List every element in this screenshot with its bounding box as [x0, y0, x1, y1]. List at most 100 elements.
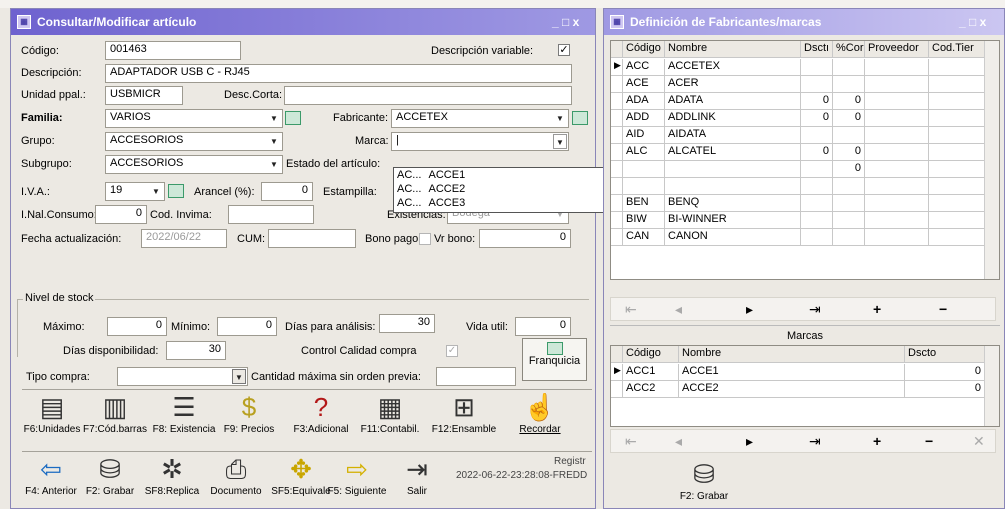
- fabricante-cor[interactable]: 0: [833, 161, 865, 178]
- vr-bono-checkbox[interactable]: [419, 233, 431, 245]
- chevron-down-icon[interactable]: ▼: [553, 111, 567, 126]
- row-indicator[interactable]: [611, 93, 623, 110]
- marca-dscto[interactable]: 0: [905, 381, 985, 398]
- contabil-button[interactable]: ▦ F11:Contabil.: [354, 390, 426, 435]
- insert-record-icon[interactable]: +: [873, 301, 881, 317]
- fabricante-row[interactable]: AID AIDATA: [611, 127, 999, 144]
- minimo-field[interactable]: 0: [217, 317, 277, 336]
- row-indicator[interactable]: ▶: [611, 59, 623, 76]
- fabricante-nombre[interactable]: AIDATA: [665, 127, 801, 144]
- dropdown-item[interactable]: AC... ACCE2: [397, 183, 465, 195]
- fabricante-codigo[interactable]: ACC: [623, 59, 665, 76]
- fabricante-proveedor[interactable]: [865, 59, 929, 76]
- fabricante-codtier[interactable]: [929, 127, 987, 144]
- fabricante-cor[interactable]: [833, 178, 865, 195]
- anterior-button[interactable]: ⇦ F4: Anterior: [22, 452, 80, 497]
- fabricante-codtier[interactable]: [929, 212, 987, 229]
- row-indicator[interactable]: [611, 144, 623, 161]
- fabricante-row[interactable]: ALC ALCATEL 0 0: [611, 144, 999, 161]
- fabricante-codigo[interactable]: BIW: [623, 212, 665, 229]
- fabricante-nombre[interactable]: ACER: [665, 76, 801, 93]
- fabricante-proveedor[interactable]: [865, 110, 929, 127]
- maximo-field[interactable]: 0: [107, 317, 167, 336]
- header-cor[interactable]: %Cor: [833, 41, 865, 58]
- cantidad-maxima-field[interactable]: [436, 367, 516, 386]
- marca-row[interactable]: ▶ ACC1 ACCE1 0: [611, 364, 999, 381]
- fabricante-nombre[interactable]: ADDLINK: [665, 110, 801, 127]
- chevron-down-icon[interactable]: ▼: [232, 369, 246, 384]
- fabricante-row[interactable]: BIW BI-WINNER: [611, 212, 999, 229]
- documento-button[interactable]: ⎙ Documento: [206, 452, 266, 497]
- fabricante-cor[interactable]: [833, 59, 865, 76]
- cum-field[interactable]: [268, 229, 356, 248]
- fabricante-codtier[interactable]: [929, 161, 987, 178]
- calculator-icon[interactable]: [572, 111, 588, 125]
- prior-record-icon[interactable]: ◂: [675, 433, 682, 450]
- fabricante-proveedor[interactable]: [865, 144, 929, 161]
- dias-analisis-field[interactable]: 30: [379, 314, 435, 333]
- grupo-select[interactable]: ACCESORIOS ▼: [105, 132, 283, 151]
- unidad-field[interactable]: USBMICR: [105, 86, 183, 105]
- window-controls[interactable]: _ □ x: [552, 15, 579, 29]
- delete-record-icon[interactable]: −: [925, 433, 933, 449]
- control-calidad-checkbox[interactable]: ✓: [446, 345, 458, 357]
- fabricante-codigo[interactable]: CAN: [623, 229, 665, 246]
- row-indicator[interactable]: [611, 178, 623, 195]
- vr-bono-field[interactable]: 0: [479, 229, 571, 248]
- fabricante-codtier[interactable]: [929, 178, 987, 195]
- header-codigo[interactable]: Código: [623, 41, 665, 58]
- fabricante-dscto[interactable]: [801, 195, 833, 212]
- marca-select[interactable]: | ▼: [391, 132, 569, 151]
- row-indicator[interactable]: [611, 195, 623, 212]
- cancel-icon[interactable]: ✕: [973, 433, 985, 450]
- row-indicator[interactable]: [611, 212, 623, 229]
- fabricante-row[interactable]: [611, 178, 999, 195]
- marcas-scrollbar[interactable]: [984, 346, 999, 426]
- salir-button[interactable]: ⇥ Salir: [392, 452, 442, 497]
- fabricante-cor[interactable]: [833, 212, 865, 229]
- fabricante-nombre[interactable]: ADATA: [665, 93, 801, 110]
- fabricante-dscto[interactable]: 0: [801, 93, 833, 110]
- fabricante-nombre[interactable]: [665, 178, 801, 195]
- fabricante-nombre[interactable]: ACCETEX: [665, 59, 801, 76]
- header-nombre[interactable]: Nombre: [665, 41, 801, 58]
- fabricante-proveedor[interactable]: [865, 127, 929, 144]
- codigo-field[interactable]: 001463: [105, 41, 241, 60]
- row-indicator[interactable]: [611, 229, 623, 246]
- fabricante-row[interactable]: BEN BENQ: [611, 195, 999, 212]
- fabricante-codigo[interactable]: [623, 161, 665, 178]
- fabricante-proveedor[interactable]: [865, 212, 929, 229]
- grabar-button[interactable]: ⛁ F2: Grabar: [82, 452, 138, 497]
- fabricante-row[interactable]: ADD ADDLINK 0 0: [611, 110, 999, 127]
- calculator-icon[interactable]: [285, 111, 301, 125]
- marcas-header-nombre[interactable]: Nombre: [679, 346, 905, 363]
- marcas-header-codigo[interactable]: Código: [623, 346, 679, 363]
- fabricante-select[interactable]: ACCETEX ▼: [391, 109, 569, 128]
- franquicia-button[interactable]: Franquicia: [522, 338, 587, 381]
- fabricante-row[interactable]: ADA ADATA 0 0: [611, 93, 999, 110]
- fabricante-codtier[interactable]: [929, 110, 987, 127]
- chevron-down-icon[interactable]: ▼: [149, 184, 163, 199]
- equivale-button[interactable]: ✥ SF5:Equivale: [268, 452, 334, 497]
- row-indicator[interactable]: [611, 161, 623, 178]
- fabricante-cor[interactable]: [833, 195, 865, 212]
- header-proveedor[interactable]: Proveedor: [865, 41, 929, 58]
- marca-dscto[interactable]: 0: [905, 364, 985, 381]
- fabricante-codigo[interactable]: ACE: [623, 76, 665, 93]
- fabricante-codigo[interactable]: BEN: [623, 195, 665, 212]
- dias-disponibilidad-field[interactable]: 30: [166, 341, 226, 360]
- first-record-icon[interactable]: ⇤: [625, 301, 637, 318]
- fabricante-proveedor[interactable]: [865, 229, 929, 246]
- row-indicator[interactable]: [611, 76, 623, 93]
- fabricante-proveedor[interactable]: [865, 76, 929, 93]
- fabricante-codigo[interactable]: ADD: [623, 110, 665, 127]
- fabricante-codigo[interactable]: ALC: [623, 144, 665, 161]
- marca-nombre[interactable]: ACCE1: [679, 364, 905, 381]
- descripcion-field[interactable]: ADAPTADOR USB C - RJ45: [105, 64, 572, 83]
- insert-record-icon[interactable]: +: [873, 433, 881, 449]
- fabricante-dscto[interactable]: [801, 59, 833, 76]
- header-dscto[interactable]: Dsctı: [801, 41, 833, 58]
- adicional-button[interactable]: ? F3:Adicional: [290, 390, 352, 435]
- marca-codigo[interactable]: ACC2: [623, 381, 679, 398]
- cod-invima-field[interactable]: [228, 205, 314, 224]
